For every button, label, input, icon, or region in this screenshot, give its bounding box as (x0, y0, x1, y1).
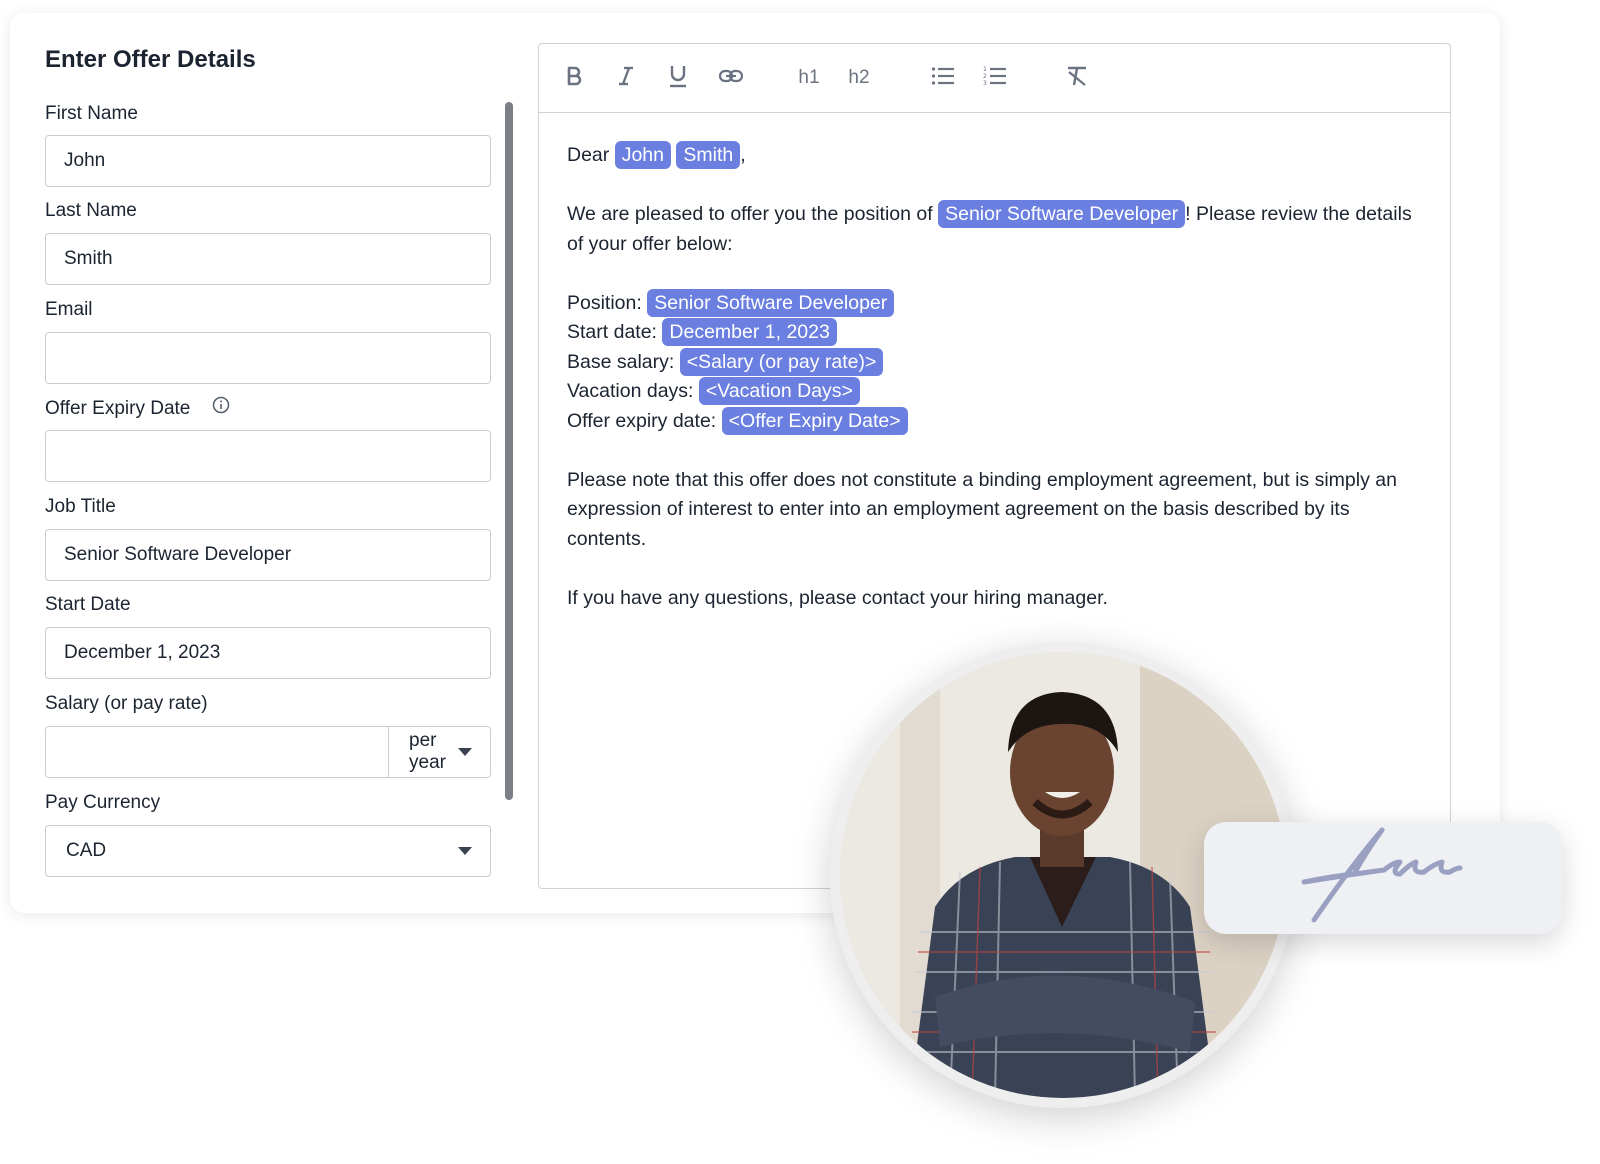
h2-label: h2 (848, 67, 870, 88)
chevron-down-icon (458, 748, 472, 756)
numbered-list-button[interactable]: 123 (975, 44, 1015, 112)
pay-currency-label: Pay Currency (45, 792, 161, 813)
bullet-list-icon (931, 66, 955, 91)
signature-scribble (1301, 827, 1463, 923)
heading2-button[interactable]: h2 (839, 44, 879, 112)
job-title-label: Job Title (45, 496, 116, 517)
first-name-chip[interactable]: John (614, 141, 671, 169)
salary-field: per year (45, 726, 491, 778)
closing-paragraph: If you have any questions, please contac… (567, 586, 1108, 609)
italic-icon (617, 66, 635, 91)
letter-content[interactable]: Dear John Smith, We are pleased to offer… (539, 113, 1450, 613)
vacation-chip[interactable]: <Vacation Days> (698, 377, 860, 405)
bold-button[interactable] (555, 44, 593, 112)
start-date-chip[interactable]: December 1, 2023 (662, 318, 837, 346)
base-salary-line: Base salary: <Salary (or pay rate)> (567, 347, 1422, 378)
svg-text:2: 2 (983, 73, 987, 80)
italic-button[interactable] (607, 44, 645, 112)
expiry-chip[interactable]: <Offer Expiry Date> (721, 406, 908, 435)
intro-paragraph: We are pleased to offer you the position… (567, 200, 1422, 259)
salary-chip[interactable]: <Salary (or pay rate)> (679, 347, 884, 376)
underline-button[interactable] (659, 44, 697, 112)
svg-text:1: 1 (983, 66, 987, 73)
salary-label: Salary (or pay rate) (45, 693, 208, 714)
last-name-input[interactable] (45, 233, 491, 285)
last-name-chip[interactable]: Smith (676, 141, 741, 169)
last-name-label: Last Name (45, 200, 137, 221)
svg-text:3: 3 (983, 80, 987, 87)
first-name-label: First Name (45, 103, 138, 124)
start-date-label: Start Date (45, 594, 131, 615)
clear-format-icon (1065, 65, 1089, 92)
offer-expiry-input[interactable] (45, 430, 491, 482)
job-title-input[interactable] (45, 529, 491, 581)
greeting-text: Dear (567, 144, 610, 166)
h1-label: h1 (798, 67, 820, 88)
start-date-label-text: Start date: (567, 321, 657, 343)
offer-expiry-label: Offer Expiry Date (45, 396, 230, 421)
note-paragraph: Please note that this offer does not con… (567, 468, 1397, 550)
position-label: Position: (567, 291, 642, 314)
email-label: Email (45, 299, 93, 320)
link-icon (718, 68, 744, 89)
bold-icon (565, 66, 583, 91)
position-line: Position: Senior Software Developer (567, 288, 1422, 319)
email-input[interactable] (45, 332, 491, 384)
signature-card (1204, 822, 1562, 934)
numbered-list-icon: 123 (983, 65, 1007, 92)
start-date-input[interactable] (45, 627, 491, 679)
form-title: Enter Offer Details (45, 46, 256, 73)
salary-input[interactable] (46, 727, 389, 777)
editor-toolbar: h1 h2 123 (539, 44, 1450, 113)
expiry-line: Offer expiry date: <Offer Expiry Date> (567, 406, 1422, 437)
heading1-button[interactable]: h1 (789, 44, 829, 112)
underline-icon (668, 64, 688, 93)
intro-before-text: We are pleased to offer you the position… (567, 203, 933, 225)
clear-format-button[interactable] (1057, 44, 1097, 112)
chevron-down-icon (458, 847, 472, 855)
start-date-line: Start date: December 1, 2023 (567, 318, 1422, 348)
form-scrollbar[interactable] (505, 102, 513, 800)
pay-currency-value: CAD (66, 840, 107, 861)
vacation-label: Vacation days: (567, 380, 694, 402)
vacation-line: Vacation days: <Vacation Days> (567, 377, 1422, 407)
salary-period-select[interactable]: per year (389, 727, 490, 777)
expiry-label: Offer expiry date: (567, 409, 717, 432)
bullet-list-button[interactable] (923, 44, 963, 112)
position-value-chip[interactable]: Senior Software Developer (647, 288, 895, 317)
base-salary-label: Base salary: (567, 350, 675, 373)
position-chip[interactable]: Senior Software Developer (938, 200, 1186, 228)
pay-currency-select[interactable]: CAD (45, 825, 491, 877)
salary-period-value: per year (409, 730, 446, 773)
first-name-input[interactable] (45, 135, 491, 187)
offer-expiry-label-text: Offer Expiry Date (45, 398, 191, 420)
info-icon[interactable] (212, 396, 230, 420)
link-button[interactable] (709, 44, 753, 112)
greeting-line: Dear John Smith, (567, 141, 1422, 171)
